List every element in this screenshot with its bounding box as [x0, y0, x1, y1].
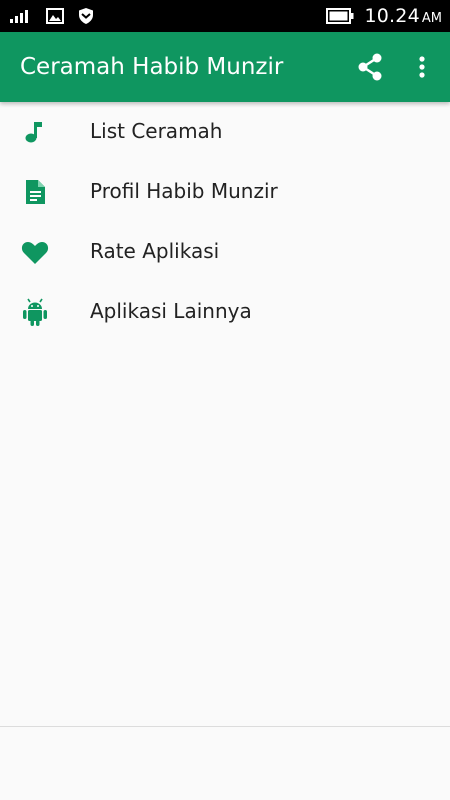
music-note-icon	[25, 122, 42, 143]
app-bar: Ceramah Habib Munzir	[0, 32, 450, 102]
status-ampm: AM	[421, 11, 442, 26]
menu-item-aplikasi-lainnya[interactable]: Aplikasi Lainnya	[0, 282, 450, 342]
app-title: Ceramah Habib Munzir	[20, 54, 284, 80]
image-icon	[46, 8, 64, 24]
shield-icon	[79, 8, 93, 24]
document-icon	[26, 180, 45, 204]
status-time: 10.24	[364, 5, 420, 27]
bottom-divider	[0, 726, 450, 727]
share-button[interactable]	[355, 52, 385, 82]
status-icons-left	[10, 6, 94, 26]
status-icons-right: 10.24 AM	[326, 4, 442, 28]
menu-item-label: Rate Aplikasi	[90, 239, 220, 263]
android-icon	[23, 298, 47, 326]
menu-item-label: Profil Habib Munzir	[90, 179, 278, 203]
menu-list: List Ceramah Profil Habib Munzir Rate Ap…	[0, 102, 450, 342]
status-clock: 10.24 AM	[364, 5, 442, 27]
menu-item-label: List Ceramah	[90, 119, 223, 143]
signal-icon	[10, 10, 28, 23]
menu-item-label: Aplikasi Lainnya	[90, 299, 252, 323]
more-options-button[interactable]	[410, 52, 434, 82]
battery-icon	[326, 8, 354, 24]
more-vert-icon	[419, 56, 425, 78]
share-icon	[358, 53, 382, 81]
menu-item-list-ceramah[interactable]: List Ceramah	[0, 102, 450, 162]
heart-icon	[21, 242, 49, 264]
menu-item-rate-aplikasi[interactable]: Rate Aplikasi	[0, 222, 450, 282]
menu-item-profil-habib-munzir[interactable]: Profil Habib Munzir	[0, 162, 450, 222]
status-bar: 10.24 AM	[0, 0, 450, 32]
